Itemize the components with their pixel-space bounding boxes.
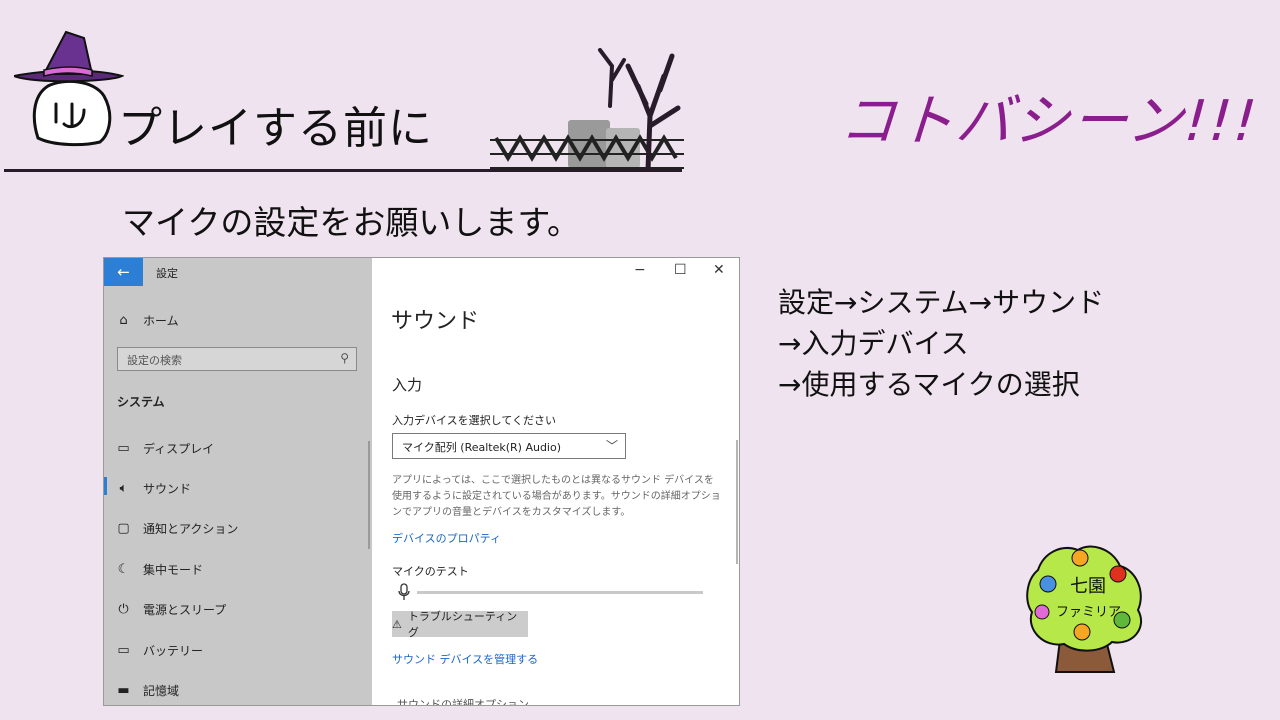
sidebar-item-battery[interactable]: ▭ バッテリー: [116, 639, 203, 661]
step-line: →入力デバイス: [778, 327, 969, 360]
step-line: →使用するマイクの選択: [778, 368, 1080, 401]
storage-icon: ▬: [117, 682, 130, 698]
device-description: アプリによっては、ここで選択したものとは異なるサウンド デバイスを使用するように…: [392, 475, 721, 518]
sidebar-item-focus[interactable]: ☾ 集中モード: [116, 558, 203, 580]
advanced-options-heading: サウンドの詳細オプション: [397, 698, 529, 706]
troubleshoot-button[interactable]: ⚠ トラブルシューティング: [392, 610, 528, 639]
sidebar-item-label: 記憶域: [143, 683, 180, 698]
sidebar-item-display[interactable]: ▭ ディスプレイ: [116, 437, 214, 459]
logo-text-line: ファミリア: [1056, 605, 1121, 620]
speaker-icon: 🔈︎: [119, 480, 128, 496]
main-scrollbar[interactable]: [736, 440, 738, 564]
troubleshoot-label: トラブルシューティング: [407, 610, 518, 639]
sidebar-item-storage[interactable]: ▬ 記憶域: [116, 679, 179, 701]
device-properties-link[interactable]: デバイスのプロパティ: [392, 530, 501, 546]
display-icon: ▭: [117, 440, 130, 456]
sidebar-item-power[interactable]: ⏻ 電源とスリープ: [116, 598, 226, 620]
sidebar-item-notifications[interactable]: ▢ 通知とアクション: [116, 517, 238, 539]
manage-devices-link[interactable]: サウンド デバイスを管理する: [392, 651, 538, 667]
input-section-heading: 入力: [392, 376, 423, 394]
sidebar-item-label: 集中モード: [143, 562, 204, 577]
window-title: 設定: [156, 267, 178, 280]
back-button[interactable]: ←: [104, 258, 143, 286]
home-icon: ⌂: [119, 312, 128, 328]
witch-ghost-icon: [14, 30, 124, 147]
warning-icon: ⚠: [392, 617, 402, 631]
sidebar-item-label: サウンド: [143, 481, 192, 496]
active-indicator: [104, 477, 107, 495]
tree-logo-icon: 七園 ファミリア: [1026, 545, 1143, 673]
search-placeholder: 設定の検索: [127, 354, 182, 367]
selected-device: マイク配列 (Realtek(R) Audio): [402, 441, 562, 454]
sidebar-item-label: バッテリー: [143, 643, 204, 658]
sidebar-item-label: ディスプレイ: [143, 441, 215, 456]
battery-icon: ▭: [117, 642, 130, 658]
notification-icon: ▢: [117, 520, 130, 536]
power-icon: ⏻: [118, 601, 129, 617]
sidebar-scrollbar[interactable]: [368, 441, 370, 549]
minimize-button[interactable]: −: [634, 262, 646, 278]
subtitle: マイクの設定をお願いします。: [122, 203, 581, 242]
brand-logo-text: コトバシーン!!!: [837, 89, 1261, 154]
chevron-down-icon: ﹀: [605, 439, 618, 453]
page-title: プレイする前に: [118, 103, 433, 154]
page-heading: サウンド: [391, 309, 480, 334]
mic-level-meter: [417, 591, 703, 594]
microphone-icon: [398, 583, 410, 600]
instruction-steps: 設定→システム→サウンド →入力デバイス →使用するマイクの選択: [778, 282, 1104, 405]
input-device-select[interactable]: マイク配列 (Realtek(R) Audio) ﹀: [392, 433, 626, 459]
sidebar-section-title: システム: [117, 395, 165, 409]
maximize-button[interactable]: ☐: [674, 262, 687, 278]
sidebar-item-home[interactable]: ⌂ ホーム: [116, 309, 179, 331]
sidebar-item-label: 通知とアクション: [143, 521, 239, 536]
mic-test-label: マイクのテスト: [392, 565, 469, 578]
sidebar-item-label: 電源とスリープ: [143, 602, 227, 617]
graveyard-icon: [490, 48, 684, 172]
logo-text-line: 七園: [1070, 576, 1106, 597]
settings-window: ← 設定 ⌂ ホーム 設定の検索 ⚲ システム ▭ ディスプレイ 🔈︎ サウンド…: [103, 257, 740, 706]
search-icon[interactable]: ⚲: [340, 351, 349, 365]
sidebar-item-label: ホーム: [143, 313, 179, 328]
close-button[interactable]: ✕: [713, 262, 725, 278]
settings-search-input[interactable]: 設定の検索 ⚲: [117, 347, 357, 371]
sidebar-item-sound[interactable]: 🔈︎ サウンド: [116, 477, 191, 499]
moon-icon: ☾: [117, 561, 130, 577]
step-line: 設定→システム→サウンド: [778, 286, 1105, 319]
input-device-label: 入力デバイスを選択してください: [392, 414, 557, 427]
settings-sidebar: ← 設定 ⌂ ホーム 設定の検索 ⚲ システム ▭ ディスプレイ 🔈︎ サウンド…: [104, 258, 372, 705]
